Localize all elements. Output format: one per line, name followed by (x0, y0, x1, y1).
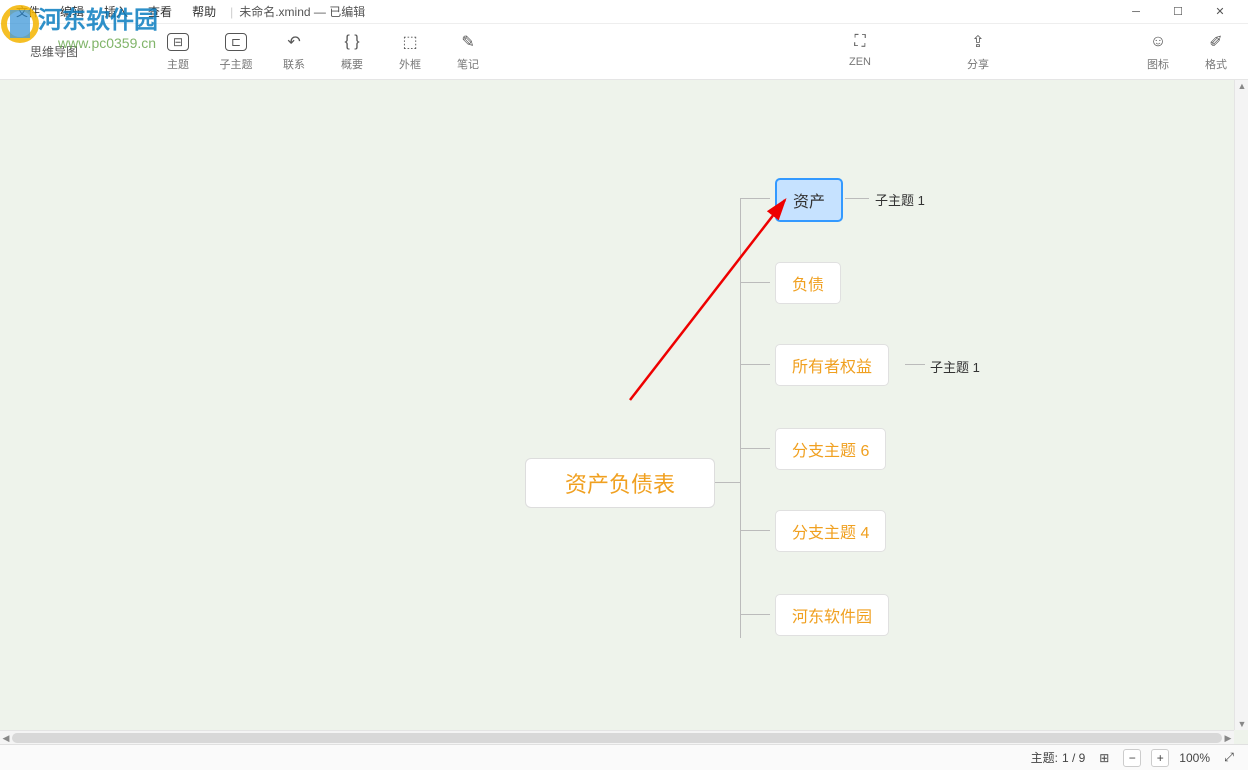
connector-sub1 (845, 198, 869, 199)
connector-sub3 (905, 364, 925, 365)
menu-help[interactable]: 帮助 (184, 1, 224, 22)
status-topic-count: 主题: 1 / 9 (1031, 749, 1086, 766)
relation-button[interactable]: ↶ 联系 (274, 31, 314, 72)
zen-label: ZEN (849, 56, 871, 68)
canvas[interactable]: 资产负债表 资产 子主题 1 负债 所有者权益 子主题 1 分支主题 6 分支主… (0, 80, 1248, 744)
close-button[interactable]: ✕ (1200, 1, 1240, 23)
toolbar-group-right: ☺ 图标 ✐ 格式 (1138, 31, 1236, 72)
connector-b6 (740, 614, 770, 615)
topic-count: 1 / 9 (1062, 751, 1085, 765)
doc-filename: 未命名.xmind (239, 5, 310, 19)
zoom-out-button[interactable]: − (1123, 749, 1141, 767)
topic-label: 主题: (1031, 749, 1058, 766)
zoom-level[interactable]: 100% (1179, 751, 1210, 765)
scroll-left-arrow[interactable]: ◀ (0, 731, 12, 745)
zen-icon: ⛶ (854, 31, 865, 53)
menu-edit[interactable]: 编辑 (52, 1, 92, 22)
connector-b5 (740, 530, 770, 531)
nav-title[interactable]: 思维导图 (12, 43, 78, 60)
icon-label: 图标 (1147, 56, 1169, 72)
expand-icon[interactable]: ⤢ (1220, 749, 1238, 767)
topic-icon: ⊟ (167, 31, 189, 53)
map-overview-icon[interactable]: ⊞ (1095, 749, 1113, 767)
maximize-button[interactable]: ☐ (1158, 1, 1198, 23)
subtopic-icon: ⊏ (225, 31, 247, 53)
summary-label: 概要 (341, 56, 363, 72)
zoom-in-button[interactable]: + (1151, 749, 1169, 767)
branch-node-3[interactable]: 所有者权益 (775, 344, 889, 386)
connector-b1 (740, 198, 770, 199)
smiley-icon: ☺ (1150, 31, 1166, 53)
summary-button[interactable]: { } 概要 (332, 31, 372, 72)
branch-1-subtopic[interactable]: 子主题 1 (875, 190, 925, 209)
doc-status-dash: — (314, 5, 329, 19)
toolbar-group-left: ⊟ 主题 ⊏ 子主题 ↶ 联系 { } 概要 ⬚ 外框 ✎ 笔记 (158, 31, 488, 72)
topic-button[interactable]: ⊟ 主题 (158, 31, 198, 72)
vertical-scrollbar[interactable]: ▲ ▼ (1234, 80, 1248, 730)
subtopic-label: 子主题 (220, 56, 253, 72)
format-label: 格式 (1205, 56, 1227, 72)
topic-label: 主题 (167, 56, 189, 72)
note-label: 笔记 (457, 56, 479, 72)
brush-icon: ✐ (1209, 31, 1222, 53)
share-label: 分享 (967, 56, 989, 72)
separator: | (230, 5, 233, 19)
scroll-up-arrow[interactable]: ▲ (1235, 80, 1248, 92)
hscroll-thumb[interactable] (12, 733, 1222, 743)
toolbar-group-center: ⛶ ZEN ⇪ 分享 (840, 31, 998, 72)
connector-vline (740, 198, 741, 638)
share-button[interactable]: ⇪ 分享 (958, 31, 998, 72)
format-button[interactable]: ✐ 格式 (1196, 31, 1236, 72)
scroll-right-arrow[interactable]: ▶ (1222, 731, 1234, 745)
branch-node-6[interactable]: 河东软件园 (775, 594, 889, 636)
center-topic[interactable]: 资产负债表 (525, 458, 715, 508)
subtopic-button[interactable]: ⊏ 子主题 (216, 31, 256, 72)
branch-node-2[interactable]: 负债 (775, 262, 841, 304)
note-icon: ✎ (461, 31, 474, 53)
menu-bar: 文件 编辑 插入 查看 帮助 (8, 1, 224, 22)
statusbar: 主题: 1 / 9 ⊞ − + 100% ⤢ (0, 744, 1248, 770)
branch-3-subtopic[interactable]: 子主题 1 (930, 357, 980, 376)
scroll-down-arrow[interactable]: ▼ (1235, 718, 1248, 730)
relation-label: 联系 (283, 56, 305, 72)
minimize-button[interactable]: ─ (1116, 1, 1156, 23)
share-icon: ⇪ (971, 31, 984, 53)
doc-status: 已编辑 (329, 5, 365, 19)
connector-center (715, 482, 740, 483)
menu-file[interactable]: 文件 (8, 1, 48, 22)
connector-b2 (740, 282, 770, 283)
connector-b4 (740, 448, 770, 449)
menu-insert[interactable]: 插入 (96, 1, 136, 22)
branch-node-4[interactable]: 分支主题 6 (775, 428, 886, 470)
zen-button[interactable]: ⛶ ZEN (840, 31, 880, 72)
note-button[interactable]: ✎ 笔记 (448, 31, 488, 72)
boundary-icon: ⬚ (402, 31, 417, 53)
window-controls: ─ ☐ ✕ (1116, 1, 1240, 23)
horizontal-scrollbar[interactable]: ◀ ▶ (0, 730, 1234, 744)
relation-icon: ↶ (287, 31, 300, 53)
titlebar: 文件 编辑 插入 查看 帮助 | 未命名.xmind — 已编辑 ─ ☐ ✕ (0, 0, 1248, 24)
toolbar: 思维导图 ⊟ 主题 ⊏ 子主题 ↶ 联系 { } 概要 ⬚ 外框 ✎ 笔记 ⛶ (0, 24, 1248, 80)
branch-node-1[interactable]: 资产 (775, 178, 843, 222)
boundary-button[interactable]: ⬚ 外框 (390, 31, 430, 72)
menu-view[interactable]: 查看 (140, 1, 180, 22)
summary-icon: { } (344, 31, 359, 53)
icon-button[interactable]: ☺ 图标 (1138, 31, 1178, 72)
branch-node-5[interactable]: 分支主题 4 (775, 510, 886, 552)
connector-b3 (740, 364, 770, 365)
boundary-label: 外框 (399, 56, 421, 72)
document-name: 未命名.xmind — 已编辑 (239, 3, 365, 20)
